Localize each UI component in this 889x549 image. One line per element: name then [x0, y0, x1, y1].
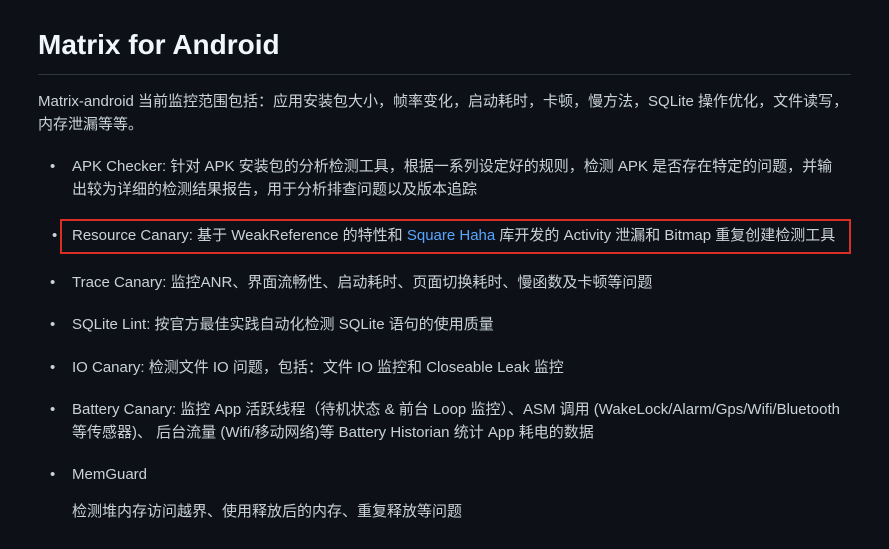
list-item: Trace Canary: 监控ANR、界面流畅性、启动耗时、页面切换耗时、慢函…: [68, 270, 851, 297]
list-item: IO Canary: 检测文件 IO 问题，包括：文件 IO 监控和 Close…: [68, 355, 851, 382]
list-item: MemGuard 检测堆内存访问越界、使用释放后的内存、重复释放等问题: [68, 462, 851, 525]
list-item: APK Checker: 针对 APK 安装包的分析检测工具，根据一系列设定好的…: [68, 154, 851, 203]
list-item: Battery Canary: 监控 App 活跃线程（待机状态 & 前台 Lo…: [68, 397, 851, 446]
list-item-highlighted: Resource Canary: 基于 WeakReference 的特性和 S…: [60, 219, 851, 254]
square-haha-link[interactable]: Square Haha: [407, 227, 495, 244]
intro-paragraph: Matrix-android 当前监控范围包括：应用安装包大小，帧率变化，启动耗…: [38, 91, 851, 136]
list-item: SQLite Lint: 按官方最佳实践自动化检测 SQLite 语句的使用质量: [68, 312, 851, 339]
item-text-prefix: Resource Canary: 基于 WeakReference 的特性和: [72, 227, 407, 244]
item-text: MemGuard: [72, 466, 147, 483]
page-title: Matrix for Android: [38, 24, 851, 75]
item-text-suffix: 库开发的 Activity 泄漏和 Bitmap 重复创建检测工具: [495, 227, 835, 244]
feature-list: APK Checker: 针对 APK 安装包的分析检测工具，根据一系列设定好的…: [38, 154, 851, 525]
item-subtext: 检测堆内存访问越界、使用释放后的内存、重复释放等问题: [72, 501, 847, 524]
